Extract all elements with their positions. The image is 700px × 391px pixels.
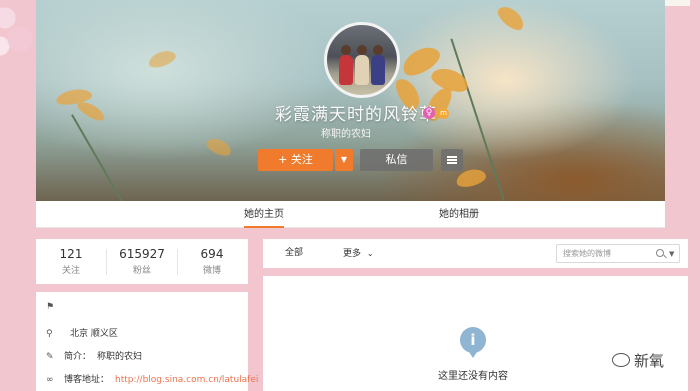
stat-label: 关注: [61, 266, 80, 276]
stat-label: 粉丝: [132, 266, 151, 276]
flower-stem: [71, 114, 128, 201]
chevron-down-icon: ⌄: [366, 249, 374, 258]
stat-value: 121: [59, 247, 83, 261]
avatar-figure-head: [357, 45, 367, 55]
bookmark-row: ⚑: [46, 302, 64, 312]
stat-value: 615927: [119, 247, 165, 261]
follow-dropdown-icon[interactable]: ▼: [335, 149, 353, 171]
location-row: ⚲ 北京 顺义区: [46, 326, 118, 339]
avatar-figure: [371, 55, 385, 85]
stat-posts[interactable]: 694 微博: [182, 247, 242, 276]
stat-followers[interactable]: 615927 粉丝: [112, 247, 172, 276]
member-icon[interactable]: m: [438, 108, 449, 119]
location-pin-icon: ⚲: [46, 329, 53, 339]
stats-card: 121 关注 615927 粉丝 694 微博: [36, 239, 248, 284]
intro-label: 简介：: [64, 352, 92, 362]
search-icon[interactable]: [656, 249, 664, 257]
caret-down-icon[interactable]: ▼: [669, 250, 674, 258]
stat-following[interactable]: 121 关注: [41, 247, 101, 276]
flower-petal: [204, 135, 234, 159]
profile-tabs: 她的主页 她的相册: [36, 201, 665, 228]
intro-icon: ✎: [46, 352, 54, 362]
avatar[interactable]: [324, 22, 400, 98]
link-icon: ∞: [46, 375, 54, 385]
more-menu-button[interactable]: [441, 149, 463, 171]
filter-all[interactable]: 全部: [285, 239, 303, 268]
flower-petal: [494, 2, 528, 34]
intro-row: ✎ 简介： 称职的农妇: [46, 349, 142, 362]
message-button[interactable]: 私信: [360, 149, 433, 171]
avatar-figure: [355, 55, 369, 85]
profile-bio: 称职的农妇: [321, 129, 371, 140]
flower-petal: [146, 47, 178, 71]
avatar-figure-head: [341, 45, 351, 55]
stat-value: 694: [200, 247, 224, 261]
follow-button[interactable]: + 关注: [258, 149, 333, 171]
filter-more[interactable]: 更多 ⌄: [343, 239, 374, 269]
female-icon: ♀: [423, 107, 435, 119]
profile-cover: 彩霞满天时的风铃草 ♀ m 称职的农妇 + 关注 ▼ 私信: [36, 0, 665, 201]
feed-toolbar: 全部 更多 ⌄ ▼: [263, 239, 688, 268]
divider: [177, 249, 178, 275]
tab-home[interactable]: 她的主页: [244, 201, 284, 228]
avatar-figure: [339, 55, 353, 85]
feed-empty-state: i 这里还没有内容: [263, 276, 688, 391]
intro-value: 称职的农妇: [97, 352, 143, 362]
location-value: 北京 顺义区: [70, 329, 118, 339]
info-card: ⚑ ⚲ 北京 顺义区 ✎ 简介： 称职的农妇 ∞ 博客地址： http://blog.si…: [36, 292, 258, 391]
bookmark-icon: ⚑: [46, 302, 55, 312]
blossom-decoration: [0, 0, 40, 60]
menu-icon-line: [447, 156, 457, 158]
menu-icon-line: [447, 159, 457, 161]
menu-icon-line: [447, 162, 457, 164]
filter-more-label: 更多: [343, 249, 362, 259]
flower-petal: [75, 98, 107, 124]
stat-label: 微博: [202, 266, 221, 276]
avatar-figure-head: [373, 45, 383, 55]
wechat-icon: [612, 353, 630, 367]
divider: [106, 249, 107, 275]
profile-nickname: 彩霞满天时的风铃草: [275, 105, 437, 125]
watermark-text: 新氧: [634, 352, 665, 370]
blog-label: 博客地址：: [64, 375, 110, 385]
empty-message: 这里还没有内容: [438, 371, 508, 382]
watermark: 新氧: [612, 350, 664, 371]
info-icon: i: [460, 327, 486, 358]
blog-row: ∞ 博客地址： http://blog.sina.com.cn/latulafei: [46, 372, 258, 385]
blog-link[interactable]: http://blog.sina.com.cn/latulafei: [115, 375, 258, 385]
tab-album[interactable]: 她的相册: [439, 201, 479, 228]
